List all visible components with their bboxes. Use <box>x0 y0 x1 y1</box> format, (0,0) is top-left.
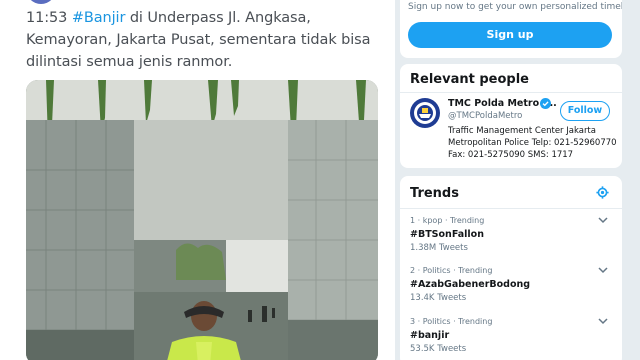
relevant-people-title: Relevant people <box>410 72 529 87</box>
trend-count: 53.5K Tweets <box>410 344 467 354</box>
tweet-hashtag-link[interactable]: #Banjir <box>72 10 126 26</box>
trend-count: 13.4K Tweets <box>410 293 467 303</box>
trend-meta: 3 · Politics · Trending <box>410 317 493 326</box>
trend-meta: 2 · Politics · Trending <box>410 266 493 275</box>
tweet-time: 11:53 <box>26 10 68 26</box>
trends-card: Trends 1 · kpop · Trending #BTSonFallon … <box>400 176 622 360</box>
trend-meta: 1 · kpop · Trending <box>410 216 485 225</box>
tweet-detail: 11:53 #Banjir di Underpass Jl. Angkasa, … <box>0 0 396 360</box>
tweet-author-avatar[interactable] <box>26 0 56 4</box>
tweet-text: 11:53 #Banjir di Underpass Jl. Angkasa, … <box>26 7 386 73</box>
trend-name[interactable]: #BTSonFallon <box>410 229 484 240</box>
chevron-down-icon[interactable] <box>598 317 608 325</box>
trend-name[interactable]: #AzabGabenerBodong <box>410 279 530 290</box>
police-emblem-avatar[interactable] <box>410 98 440 128</box>
follow-button[interactable]: Follow <box>560 101 610 121</box>
verified-badge-icon <box>540 98 551 109</box>
trend-count: 1.38M Tweets <box>410 243 468 253</box>
person-handle[interactable]: @TMCPoldaMetro <box>448 111 522 121</box>
tweet-photo[interactable] <box>26 80 378 360</box>
trend-item[interactable]: 1 · kpop · Trending #BTSonFallon 1.38M T… <box>400 216 622 268</box>
flooded-underpass-photo <box>26 80 378 360</box>
trend-item[interactable]: 3 · Politics · Trending #banjir 53.5K Tw… <box>400 317 622 360</box>
signup-prompt: Sign up now to get your own personalized… <box>408 2 622 12</box>
relevant-people-divider <box>400 92 622 93</box>
trend-item[interactable]: 2 · Politics · Trending #AzabGabenerBodo… <box>400 266 622 318</box>
signup-card: Sign up now to get your own personalized… <box>400 0 622 58</box>
signup-button[interactable]: Sign up <box>408 22 612 48</box>
gear-icon[interactable] <box>596 186 609 199</box>
trend-name[interactable]: #banjir <box>410 330 449 341</box>
person-bio: Traffic Management Center Jakarta Metrop… <box>448 126 617 160</box>
trends-divider <box>400 208 622 209</box>
chevron-down-icon[interactable] <box>598 266 608 274</box>
twitter-page: 11:53 #Banjir di Underpass Jl. Angkasa, … <box>0 0 640 360</box>
trends-title: Trends <box>410 186 459 201</box>
chevron-down-icon[interactable] <box>598 216 608 224</box>
